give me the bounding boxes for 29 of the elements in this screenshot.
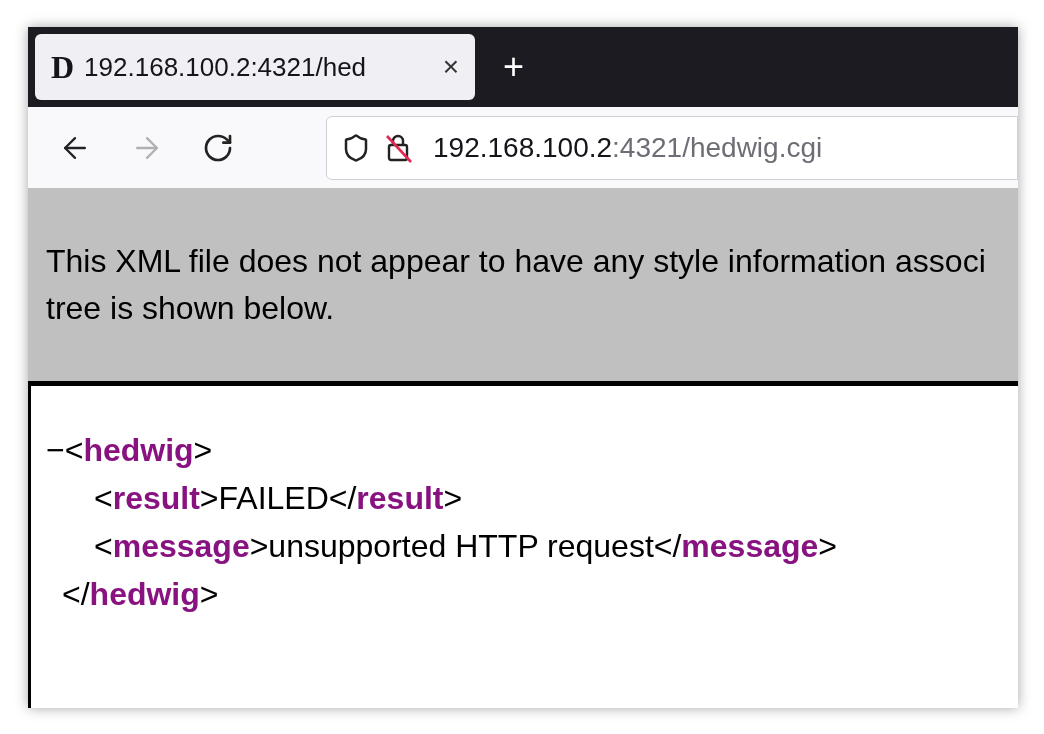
tag-name: hedwig — [89, 576, 200, 612]
element-text: FAILED — [218, 480, 329, 516]
site-favicon: D — [51, 51, 75, 83]
info-message: This XML file does not appear to have any style information associ tree is shown below. — [46, 241, 986, 328]
tag-bracket: < — [94, 528, 113, 564]
tag-name: message — [112, 528, 250, 564]
tag-name: message — [681, 528, 819, 564]
tab-title: 192.168.100.2:4321/hed — [84, 50, 368, 84]
tag-bracket: < — [64, 432, 84, 468]
tag-bracket: > — [193, 432, 213, 468]
tag-bracket: > — [443, 480, 463, 516]
tag-bracket: > — [199, 480, 219, 516]
tag-bracket: </ — [653, 528, 682, 564]
tag-bracket: </ — [328, 480, 357, 516]
tag-name: result — [356, 480, 444, 516]
element-text: unsupported HTTP request — [268, 528, 654, 564]
new-tab-button[interactable]: + — [503, 49, 525, 85]
browser-tab[interactable]: D 192.168.100.2:4321/hed × — [35, 34, 475, 100]
tag-bracket: < — [94, 480, 113, 516]
url-text: 192.168.100.2:4321/hedwig.cgi — [433, 130, 823, 165]
collapse-toggle[interactable]: − — [46, 432, 65, 468]
tag-bracket: > — [818, 528, 837, 564]
tag-bracket: > — [249, 528, 269, 564]
close-tab-button[interactable]: × — [442, 53, 459, 81]
tag-name: result — [112, 480, 200, 516]
address-bar[interactable]: 192.168.100.2:4321/hedwig.cgi — [326, 115, 1018, 180]
tag-name: hedwig — [83, 432, 194, 468]
tag-bracket: > — [199, 576, 219, 612]
tag-bracket: </ — [62, 576, 90, 612]
